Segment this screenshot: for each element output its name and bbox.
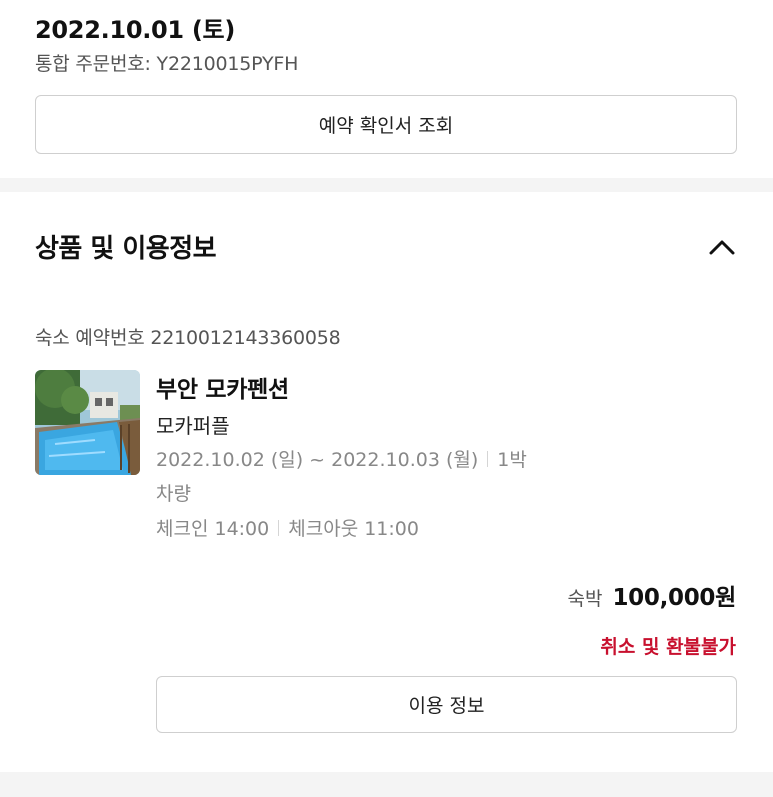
section-divider	[0, 178, 773, 192]
price-row: 숙박 100,000원	[568, 578, 737, 612]
section-title: 상품 및 이용정보	[35, 234, 217, 264]
chevron-up-icon	[709, 240, 735, 255]
order-summary: 2022.10.01 (토) 통합 주문번호: Y2210015PYFH 예약 …	[0, 0, 773, 178]
usage-info-button[interactable]: 이용 정보	[156, 676, 737, 733]
view-confirmation-button[interactable]: 예약 확인서 조회	[35, 95, 737, 154]
price-label: 숙박	[567, 588, 603, 610]
order-number: 통합 주문번호: Y2210015PYFH	[35, 53, 299, 75]
collapse-button[interactable]	[702, 230, 742, 264]
lodging-reservation-number: 숙소 예약번호 2210012143360058	[35, 327, 341, 349]
check-in-out: 체크인 14:00 체크아웃 11:00	[156, 514, 419, 541]
vehicle-info: 차량	[156, 483, 191, 505]
price-value: 100,000원	[612, 585, 736, 611]
order-date: 2022.10.01 (토)	[35, 16, 236, 44]
product-name[interactable]: 부안 모카펜션	[156, 370, 289, 404]
product-thumbnail[interactable]	[35, 370, 140, 475]
section-divider	[0, 772, 773, 797]
check-in-time: 체크인 14:00	[156, 518, 270, 540]
check-out-time: 체크아웃 11:00	[288, 518, 419, 540]
divider	[278, 519, 280, 536]
product-usage-section: 상품 및 이용정보 숙소 예약번호 2210012143360058 부안 모카…	[0, 192, 773, 772]
divider	[487, 450, 489, 467]
nights-count: 1박	[497, 449, 527, 471]
refund-policy: 취소 및 환불불가	[600, 636, 736, 658]
stay-date-range: 2022.10.02 (일) ~ 2022.10.03 (월)	[156, 449, 479, 471]
stay-dates: 2022.10.02 (일) ~ 2022.10.03 (월) 1박	[156, 445, 527, 472]
room-name: 모카퍼플	[156, 414, 230, 438]
